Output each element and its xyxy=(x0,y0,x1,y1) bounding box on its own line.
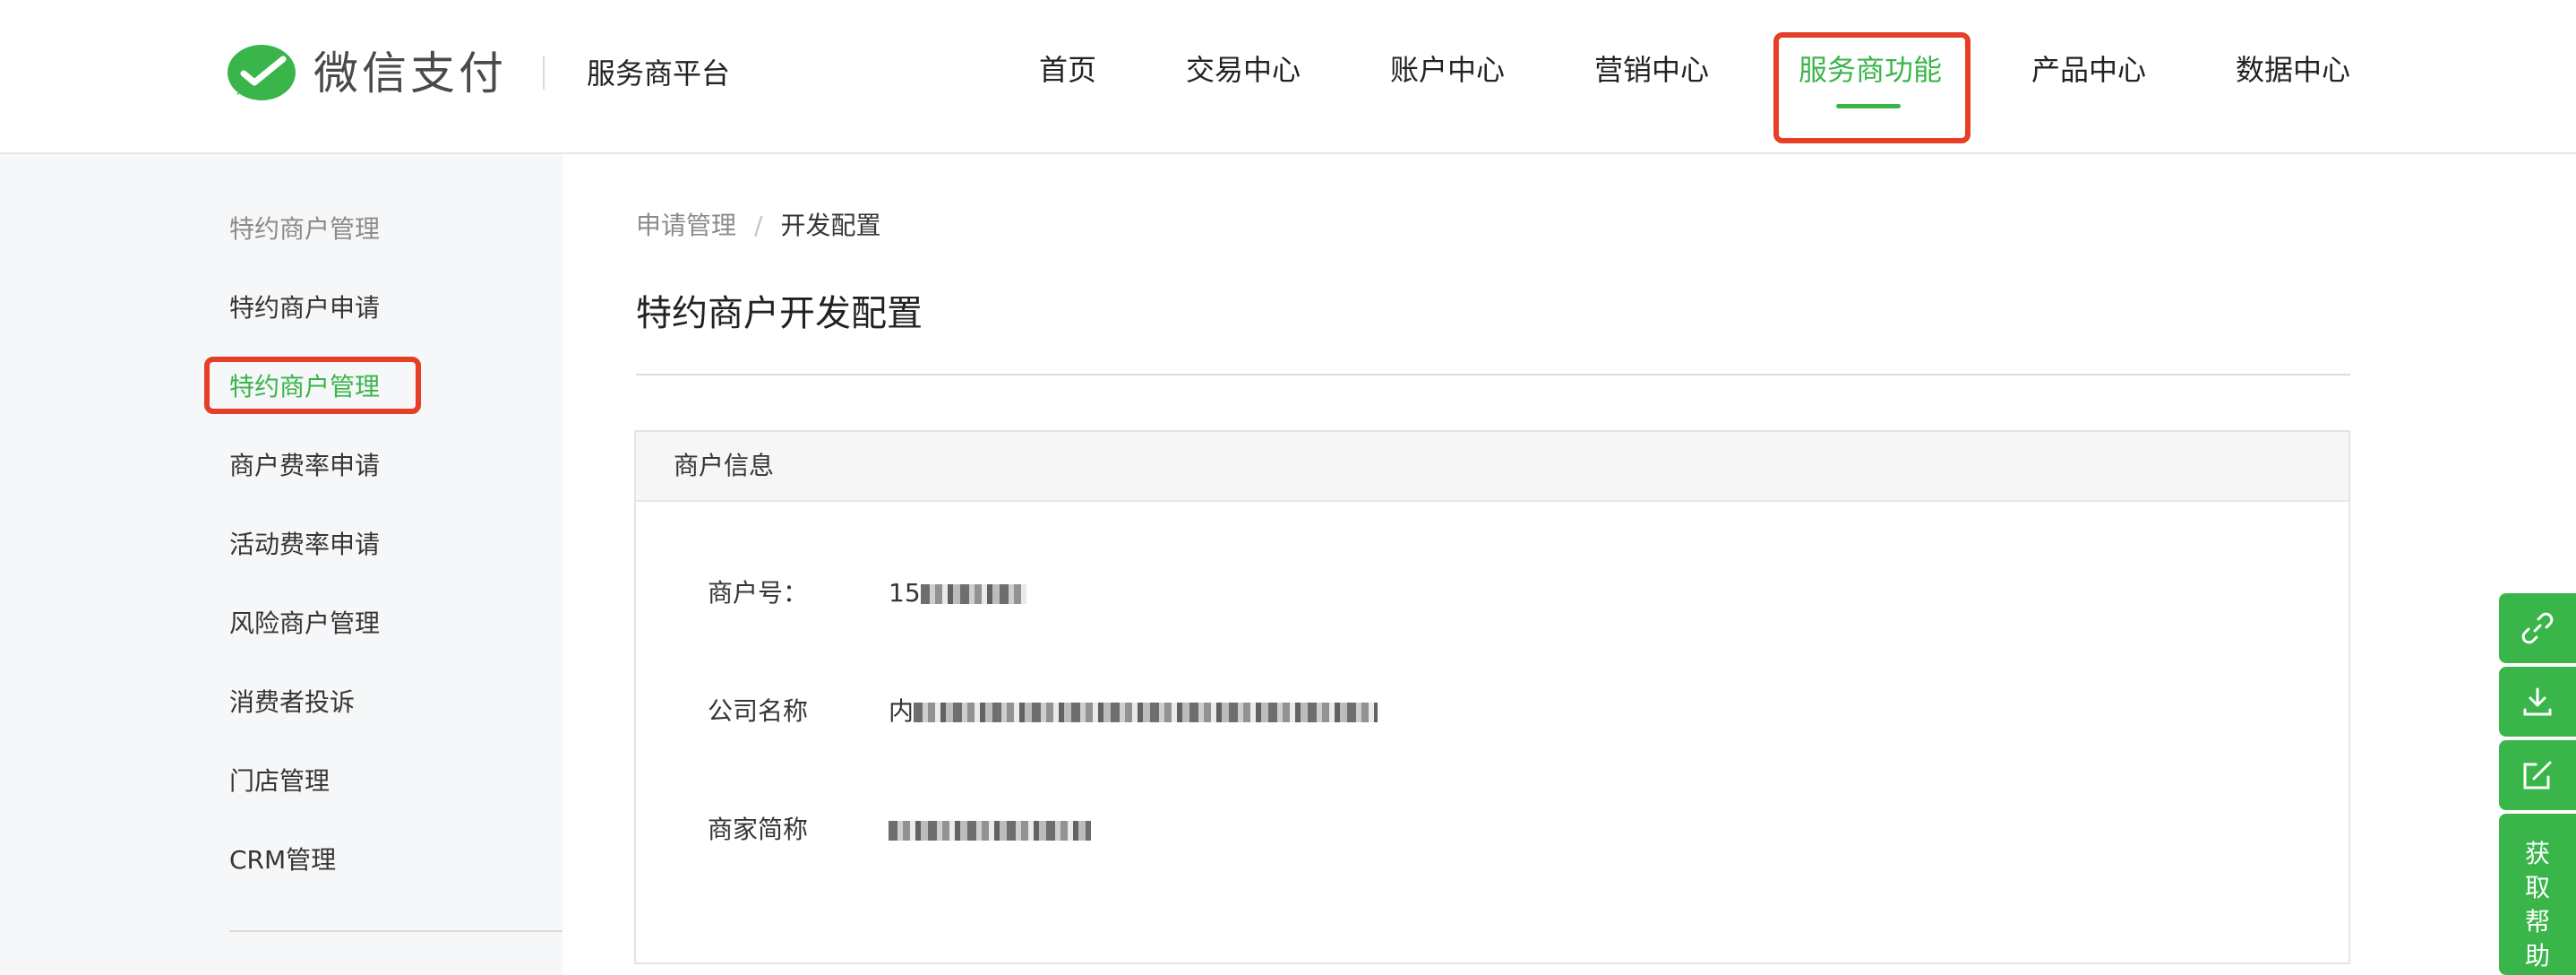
short-name-redacted xyxy=(889,821,1091,841)
float-download-button[interactable] xyxy=(2499,667,2576,737)
sidebar-item-crm[interactable]: CRM管理 xyxy=(229,841,336,880)
sidebar-item-activity-rate-apply[interactable]: 活动费率申请 xyxy=(229,525,380,565)
float-link-button[interactable] xyxy=(2499,593,2576,663)
float-help-button[interactable]: 获取帮助 xyxy=(2499,814,2576,975)
sidebar-highlight-box xyxy=(204,357,421,414)
company-name-value: 内 xyxy=(889,692,1378,731)
title-divider xyxy=(636,374,2350,375)
nav-transaction-center[interactable]: 交易中心 xyxy=(1186,45,1301,95)
top-header: 微信支付 服务商平台 首页 交易中心 账户中心 营销中心 服务商功能 产品中心 … xyxy=(0,0,2576,154)
breadcrumb-separator: / xyxy=(754,211,763,240)
page-title: 特约商户开发配置 xyxy=(636,293,923,334)
link-icon xyxy=(2521,612,2554,644)
platform-name: 服务商平台 xyxy=(587,56,731,91)
company-name-redacted xyxy=(914,703,1378,722)
nav-account-center[interactable]: 账户中心 xyxy=(1390,45,1505,95)
short-name-value xyxy=(889,810,1091,850)
nav-highlight-box xyxy=(1773,32,1971,143)
breadcrumb-parent[interactable]: 申请管理 xyxy=(636,211,736,240)
merchant-id-value: 15 xyxy=(889,574,1026,613)
sidebar-item-merchant-apply[interactable]: 特约商户申请 xyxy=(229,289,380,328)
sidebar-item-consumer-complaints[interactable]: 消费者投诉 xyxy=(229,683,355,722)
merchant-id-redacted xyxy=(920,584,1026,604)
company-name-visible-text: 内 xyxy=(889,696,914,726)
sidebar-group-title: 特约商户管理 xyxy=(229,214,381,244)
float-edit-button[interactable] xyxy=(2499,740,2576,810)
logo-wordmark[interactable]: 微信支付 xyxy=(313,38,507,109)
wechat-pay-logo-icon[interactable] xyxy=(226,43,299,106)
sidebar-divider xyxy=(229,930,562,932)
panel-title: 商户信息 xyxy=(674,451,775,480)
merchant-info-panel: 商户信息 商户号： 15 公司名称 内 商家简称 xyxy=(634,430,2350,964)
sidebar-item-rate-apply[interactable]: 商户费率申请 xyxy=(229,446,380,486)
breadcrumb-current: 开发配置 xyxy=(780,211,881,240)
nav-marketing-center[interactable]: 营销中心 xyxy=(1594,45,1709,95)
merchant-id-visible-text: 15 xyxy=(889,578,921,608)
sidebar-item-store-manage[interactable]: 门店管理 xyxy=(229,762,330,801)
merchant-id-label: 商户号： xyxy=(708,578,809,608)
logo-divider xyxy=(543,56,545,90)
nav-home[interactable]: 首页 xyxy=(1039,45,1096,95)
sidebar-item-risk-merchant[interactable]: 风险商户管理 xyxy=(229,604,380,643)
breadcrumb: 申请管理 / 开发配置 xyxy=(636,206,880,246)
help-label: 获取帮助 xyxy=(2524,839,2550,971)
panel-header: 商户信息 xyxy=(636,432,2348,502)
download-icon xyxy=(2523,687,2552,716)
edit-icon xyxy=(2523,761,2552,789)
short-name-label: 商家简称 xyxy=(708,815,809,844)
company-name-label: 公司名称 xyxy=(708,696,809,726)
nav-product-center[interactable]: 产品中心 xyxy=(2031,45,2146,95)
nav-data-center[interactable]: 数据中心 xyxy=(2236,45,2350,95)
